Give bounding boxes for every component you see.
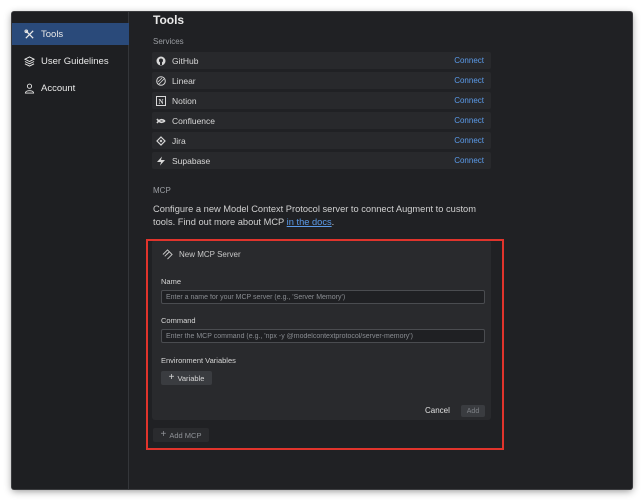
service-name: Jira — [172, 135, 186, 146]
env-variables-label: Environment Variables — [161, 356, 236, 365]
command-input[interactable] — [161, 329, 485, 343]
person-icon — [23, 82, 35, 94]
form-header: New MCP Server — [162, 249, 241, 260]
mcp-description: Configure a new Model Context Protocol s… — [153, 203, 493, 228]
service-name: Supabase — [172, 155, 211, 166]
sidebar-item-user-guidelines[interactable]: User Guidelines — [12, 50, 129, 72]
service-row-notion: N Notion Connect — [152, 92, 491, 109]
connect-supabase-button[interactable]: Connect — [454, 156, 484, 165]
main-panel: Tools Services GitHub Connect Linear Con… — [130, 12, 632, 489]
add-mcp-button[interactable]: + Add MCP — [153, 428, 209, 442]
add-variable-button[interactable]: + Variable — [161, 371, 212, 385]
sidebar-item-tools[interactable]: Tools — [12, 23, 129, 45]
jira-icon — [156, 135, 166, 146]
new-mcp-server-form: New MCP Server Name Command Environment … — [152, 240, 491, 420]
sidebar: Tools User Guidelines Account — [12, 12, 129, 489]
service-name: Notion — [172, 95, 197, 106]
add-button[interactable]: Add — [461, 405, 485, 417]
notion-icon: N — [156, 95, 166, 106]
command-label: Command — [161, 316, 196, 325]
plus-icon: + — [160, 429, 167, 440]
plus-icon: + — [168, 372, 175, 383]
mcp-description-end: . — [331, 216, 335, 227]
services-label: Services — [153, 37, 184, 46]
service-row-confluence: Confluence Connect — [152, 112, 491, 129]
sidebar-item-account[interactable]: Account — [12, 77, 129, 99]
service-name: Linear — [172, 75, 196, 86]
name-label: Name — [161, 277, 182, 286]
github-icon — [156, 56, 166, 66]
svg-text:N: N — [158, 98, 163, 106]
connect-linear-button[interactable]: Connect — [454, 76, 484, 85]
connect-github-button[interactable]: Connect — [454, 56, 484, 65]
form-heading: New MCP Server — [179, 250, 241, 259]
add-mcp-label: Add MCP — [169, 430, 202, 440]
layers-icon — [23, 55, 35, 67]
service-row-linear: Linear Connect — [152, 72, 491, 89]
tools-icon — [23, 28, 35, 40]
name-input[interactable] — [161, 290, 485, 304]
confluence-icon — [156, 116, 166, 126]
cancel-button[interactable]: Cancel — [425, 406, 450, 415]
service-name: GitHub — [172, 55, 199, 66]
mcp-icon — [162, 249, 173, 260]
add-variable-label: Variable — [177, 373, 205, 383]
service-row-github: GitHub Connect — [152, 52, 491, 69]
connect-jira-button[interactable]: Connect — [454, 136, 484, 145]
sidebar-item-label: User Guidelines — [41, 55, 109, 67]
settings-window: Tools User Guidelines Account Tools Serv… — [12, 12, 632, 489]
service-name: Confluence — [172, 115, 216, 126]
page-title: Tools — [153, 13, 185, 27]
sidebar-item-label: Tools — [41, 28, 64, 40]
service-row-supabase: Supabase Connect — [152, 152, 491, 169]
service-row-jira: Jira Connect — [152, 132, 491, 149]
linear-icon — [156, 75, 166, 86]
mcp-label: MCP — [153, 186, 171, 195]
sidebar-item-label: Account — [41, 82, 76, 94]
docs-link[interactable]: in the docs — [287, 217, 332, 227]
connect-confluence-button[interactable]: Connect — [454, 116, 484, 125]
connect-notion-button[interactable]: Connect — [454, 96, 484, 105]
supabase-icon — [156, 156, 166, 166]
